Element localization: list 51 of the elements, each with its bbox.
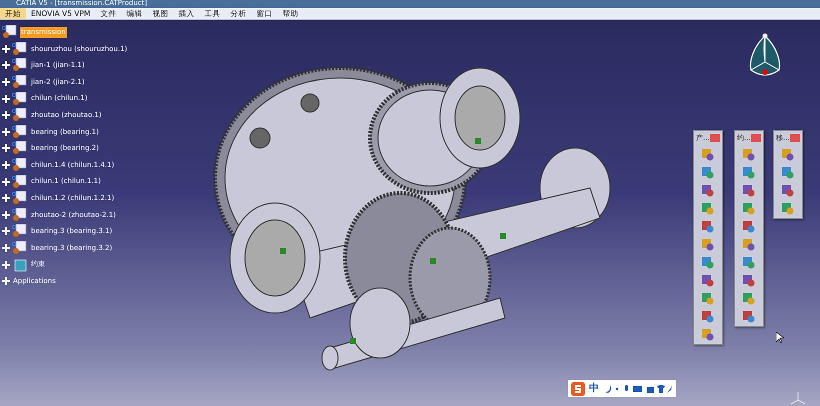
toolbar-tool-icon[interactable] <box>700 272 716 288</box>
expand-icon[interactable] <box>2 78 10 86</box>
toolbar-tool-icon[interactable] <box>741 182 756 198</box>
toolbar-tool-icon[interactable] <box>741 146 756 162</box>
expand-icon[interactable] <box>2 194 10 202</box>
product-icon[interactable] <box>12 108 28 122</box>
expand-icon[interactable] <box>2 128 10 136</box>
toolbar-tool-icon[interactable] <box>780 182 796 198</box>
product-icon[interactable] <box>12 58 28 72</box>
toolbar-tool-icon[interactable] <box>700 308 716 324</box>
expand-icon[interactable] <box>2 210 10 219</box>
expand-icon[interactable] <box>2 144 10 152</box>
toolbar-tool-icon[interactable] <box>741 272 756 288</box>
expand-icon[interactable] <box>2 44 10 53</box>
mouse-cursor-icon <box>776 332 784 344</box>
expand-icon[interactable] <box>2 94 10 103</box>
product-icon[interactable] <box>2 25 18 40</box>
toolbar-tool-icon[interactable] <box>741 308 756 324</box>
expand-icon[interactable] <box>2 61 10 70</box>
toolbar-tool-icon[interactable] <box>780 146 796 162</box>
product-icon[interactable] <box>12 92 28 106</box>
axis-triad-icon <box>788 390 808 406</box>
product-icon[interactable] <box>12 241 28 256</box>
expand-icon[interactable] <box>2 277 10 286</box>
input-method-logo-icon[interactable] <box>571 382 585 396</box>
product-icon[interactable] <box>12 124 28 139</box>
toolbar-tool-icon[interactable] <box>700 236 716 252</box>
input-mode-label[interactable]: 中 <box>589 381 599 396</box>
product-icon[interactable] <box>12 191 28 206</box>
toolbar-tool-icon[interactable] <box>741 236 756 252</box>
expand-icon[interactable] <box>2 111 10 120</box>
product-icon[interactable] <box>12 158 28 172</box>
toolbar-tool-icon[interactable] <box>700 146 716 162</box>
constraints-icon[interactable] <box>12 258 28 272</box>
product-icon[interactable] <box>12 224 28 238</box>
toolbar-tool-icon[interactable] <box>700 182 716 198</box>
expand-icon[interactable] <box>2 227 10 236</box>
expand-icon[interactable] <box>2 244 10 252</box>
ime-toolbar[interactable]: 中 <box>568 380 676 397</box>
product-icon[interactable] <box>12 141 28 156</box>
product-icon[interactable] <box>12 208 28 222</box>
toolbar-tool-icon[interactable] <box>700 326 716 342</box>
product-icon[interactable] <box>12 75 28 90</box>
expand-icon[interactable] <box>2 178 10 186</box>
toolbar-tool-icon[interactable] <box>700 218 716 234</box>
product-icon[interactable] <box>12 174 28 189</box>
expand-icon[interactable] <box>2 260 10 269</box>
product-icon[interactable] <box>12 42 28 56</box>
expand-icon[interactable] <box>2 161 10 170</box>
toolbar-tool-icon[interactable] <box>741 218 756 234</box>
ime-tool-icons-drawing[interactable] <box>603 384 673 394</box>
